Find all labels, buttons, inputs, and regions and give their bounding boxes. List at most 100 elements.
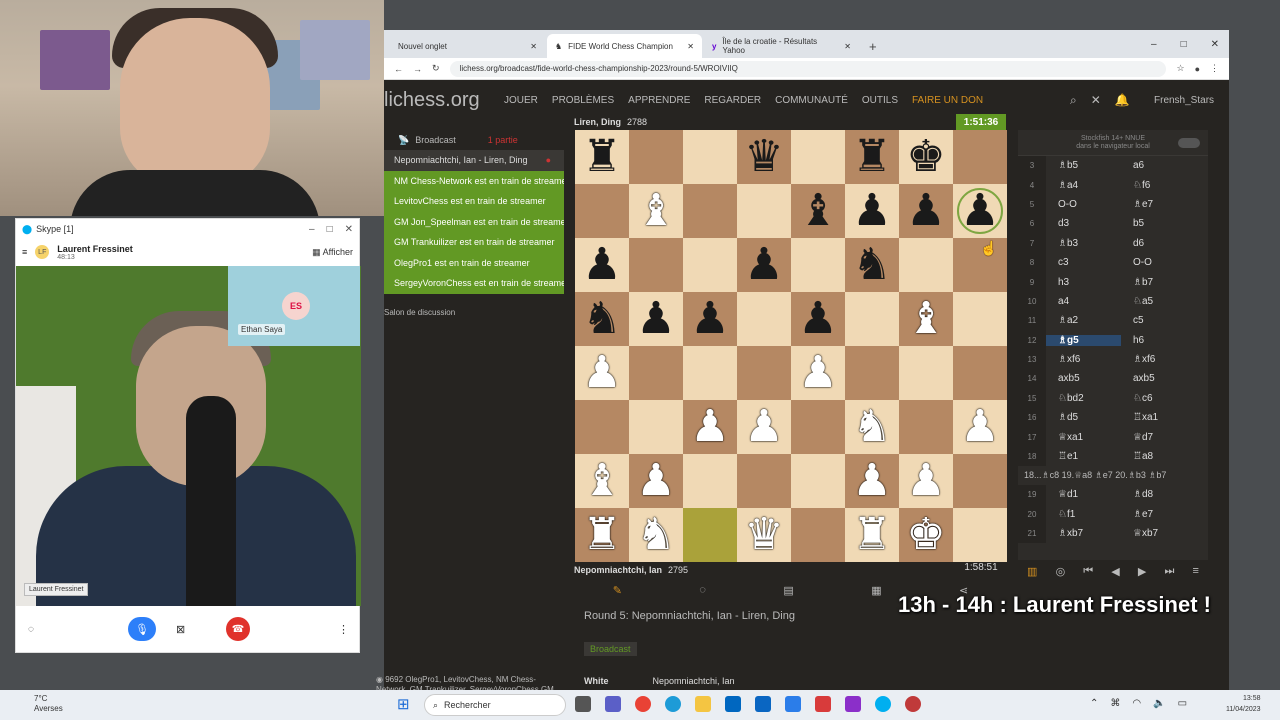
bell-icon[interactable]: 🔔	[1115, 93, 1130, 108]
square-f7[interactable]: ♟	[845, 184, 899, 238]
black-pawn-icon[interactable]: ♟	[744, 238, 783, 292]
volume-icon[interactable]: 🔈	[1153, 698, 1165, 709]
chart-icon[interactable]: ▤	[783, 584, 793, 597]
square-c4[interactable]	[683, 346, 737, 400]
menu-icon[interactable]: ⋮	[1210, 63, 1219, 74]
teams-icon[interactable]	[605, 696, 621, 712]
square-e8[interactable]	[791, 130, 845, 184]
mic-button[interactable]: 🎙	[128, 617, 156, 641]
next-move-icon[interactable]: ▶	[1138, 565, 1146, 578]
more-options-icon[interactable]: ⋮	[338, 623, 349, 636]
black-move[interactable]: ♖a8	[1121, 451, 1196, 462]
square-f6[interactable]: ♞	[845, 238, 899, 292]
close-tab-icon[interactable]: ✕	[844, 42, 851, 51]
white-pawn-icon[interactable]: ♟	[960, 400, 999, 454]
bookmark-icon[interactable]: ☆	[1176, 63, 1184, 74]
square-c1[interactable]	[683, 508, 737, 562]
square-c3[interactable]: ♟	[683, 400, 737, 454]
black-king-icon[interactable]: ♚	[906, 130, 945, 184]
square-e3[interactable]	[791, 400, 845, 454]
chat-icon[interactable]: ◌	[28, 624, 34, 635]
white-pawn-icon[interactable]: ♟	[744, 400, 783, 454]
skype-icon[interactable]	[875, 696, 891, 712]
square-c6[interactable]	[683, 238, 737, 292]
streamer-item[interactable]: LevitovChess est en train de streamer	[384, 191, 564, 212]
lichess-logo[interactable]: lichess.org	[384, 89, 504, 112]
white-king-icon[interactable]: ♚	[906, 508, 945, 562]
black-bishop-icon[interactable]: ♝	[798, 184, 837, 238]
square-d4[interactable]	[737, 346, 791, 400]
battery-icon[interactable]: ▭	[1178, 698, 1187, 709]
black-move[interactable]: c5	[1121, 315, 1196, 326]
forward-icon[interactable]: →	[413, 64, 422, 74]
white-move[interactable]: h3	[1046, 277, 1121, 288]
prev-move-icon[interactable]: ◀	[1111, 565, 1119, 578]
profile-icon[interactable]: ●	[1195, 64, 1200, 74]
chat-icon[interactable]: ◌	[699, 584, 706, 596]
white-pawn-icon[interactable]: ♟	[690, 400, 729, 454]
black-pawn-icon[interactable]: ♟	[798, 292, 837, 346]
white-move[interactable]: axb5	[1046, 373, 1121, 384]
white-bishop-icon[interactable]: ♝	[636, 184, 675, 238]
square-d8[interactable]: ♛	[737, 130, 791, 184]
black-queen-icon[interactable]: ♛	[744, 130, 783, 184]
close-icon[interactable]: ✕	[345, 224, 353, 235]
nav-problemes[interactable]: PROBLÈMES	[552, 95, 614, 106]
white-move[interactable]: ♗xb7	[1046, 528, 1121, 539]
new-tab-button[interactable]: +	[861, 34, 885, 58]
close-tab-icon[interactable]: ✕	[530, 42, 537, 51]
black-pawn-icon[interactable]: ♟	[582, 238, 621, 292]
square-b2[interactable]: ♟	[629, 454, 683, 508]
black-move[interactable]: O-O	[1121, 257, 1196, 268]
square-b5[interactable]: ♟	[629, 292, 683, 346]
black-move[interactable]: ♘a5	[1121, 296, 1196, 307]
grid-icon[interactable]: ▦	[871, 584, 881, 597]
square-c2[interactable]	[683, 454, 737, 508]
close-icon[interactable]: ✕	[1091, 93, 1101, 108]
square-h3[interactable]: ♟	[953, 400, 1007, 454]
square-b8[interactable]	[629, 130, 683, 184]
white-move[interactable]: ♗xf6	[1046, 354, 1121, 365]
white-pawn-icon[interactable]: ♟	[582, 346, 621, 400]
menu-icon[interactable]: ≡	[22, 247, 27, 257]
user-menu[interactable]: Frensh_Stars	[1154, 95, 1214, 106]
square-g7[interactable]: ♟	[899, 184, 953, 238]
url-field[interactable]: lichess.org/broadcast/fide-world-chess-c…	[449, 60, 1167, 77]
windows-start-icon[interactable]: ⊞	[397, 697, 413, 713]
maximize-icon[interactable]: □	[327, 224, 333, 235]
close-icon[interactable]: ✕	[1211, 39, 1219, 50]
white-move[interactable]: ♕xa1	[1046, 432, 1121, 443]
white-move[interactable]: O-O	[1046, 199, 1121, 210]
black-pawn-icon[interactable]: ♟	[636, 292, 675, 346]
square-g3[interactable]	[899, 400, 953, 454]
square-b3[interactable]	[629, 400, 683, 454]
tag-icon[interactable]: ✎	[613, 584, 622, 597]
black-move[interactable]: axb5	[1121, 373, 1196, 384]
white-move[interactable]: ♕d1	[1046, 489, 1121, 500]
square-h4[interactable]	[953, 346, 1007, 400]
black-knight-icon[interactable]: ♞	[852, 238, 891, 292]
black-knight-icon[interactable]: ♞	[582, 292, 621, 346]
black-move[interactable]: h6	[1121, 335, 1196, 346]
white-bishop-icon[interactable]: ♝	[906, 292, 945, 346]
white-rook-icon[interactable]: ♜	[852, 508, 891, 562]
maximize-icon[interactable]: □	[1181, 39, 1187, 50]
square-a1[interactable]: ♜	[575, 508, 629, 562]
square-a5[interactable]: ♞	[575, 292, 629, 346]
white-move[interactable]: ♗g5	[1046, 334, 1121, 346]
white-move[interactable]: ♖e1	[1046, 451, 1121, 462]
minimize-icon[interactable]: –	[1151, 39, 1157, 50]
weather-widget[interactable]: 7°C Averses	[34, 694, 63, 714]
black-move[interactable]: ♘f6	[1121, 180, 1196, 191]
square-e5[interactable]: ♟	[791, 292, 845, 346]
square-a3[interactable]	[575, 400, 629, 454]
square-h2[interactable]	[953, 454, 1007, 508]
square-b6[interactable]	[629, 238, 683, 292]
white-move[interactable]: ♘bd2	[1046, 393, 1121, 404]
black-move[interactable]: b5	[1121, 218, 1196, 229]
hangup-button[interactable]: ☎	[226, 617, 250, 641]
white-bishop-icon[interactable]: ♝	[582, 454, 621, 508]
square-e2[interactable]	[791, 454, 845, 508]
task-view-icon[interactable]	[575, 696, 591, 712]
black-pawn-icon[interactable]: ♟	[690, 292, 729, 346]
